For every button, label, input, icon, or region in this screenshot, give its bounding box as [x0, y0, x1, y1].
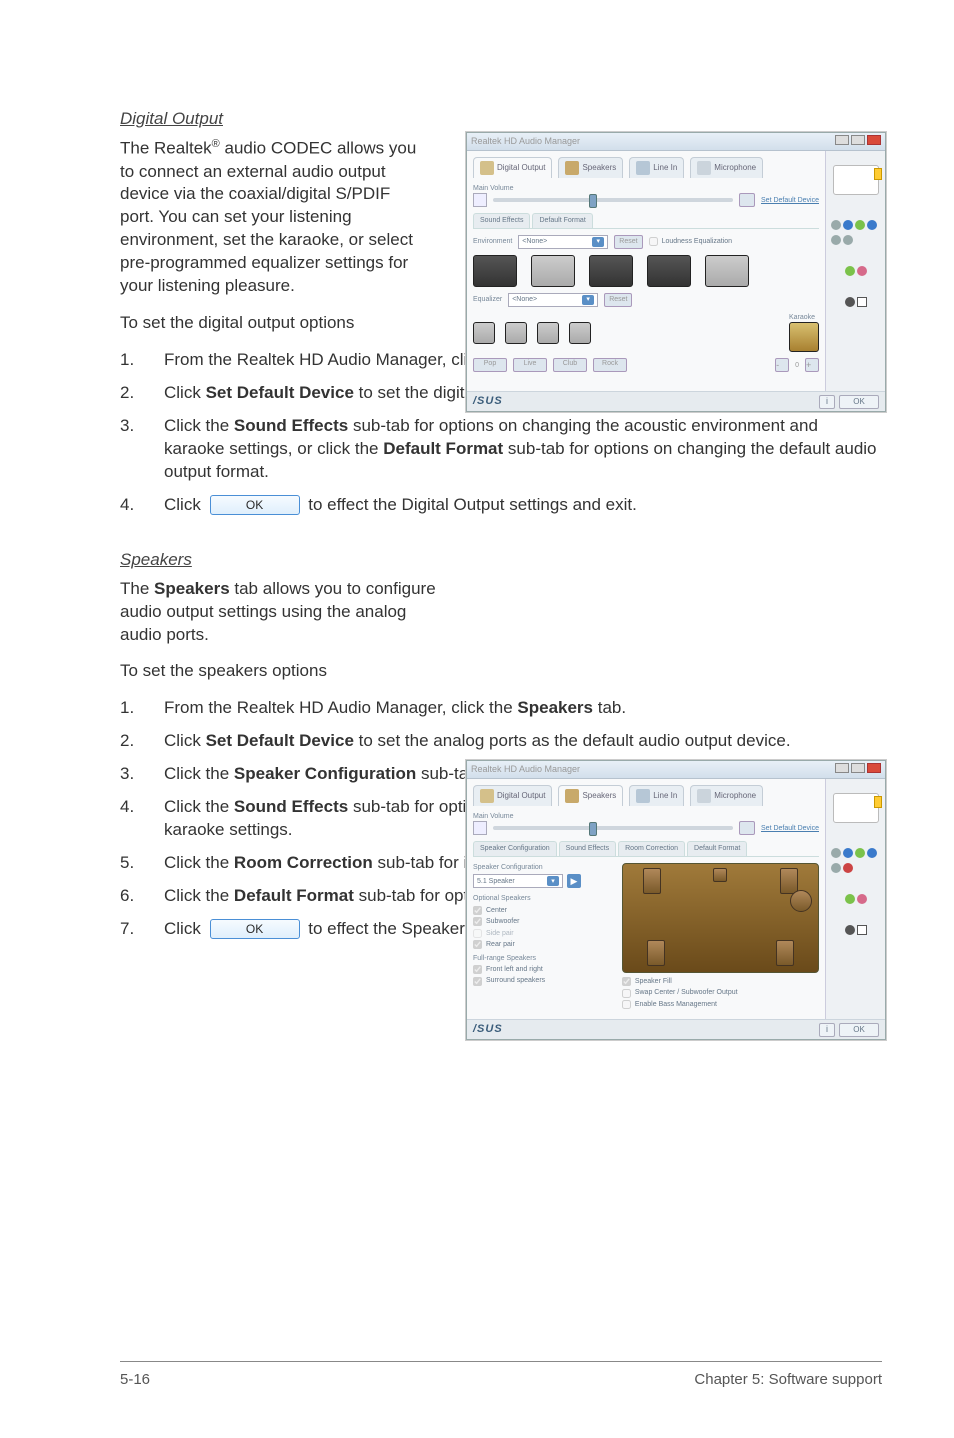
brand-logo: /SUS	[473, 1022, 503, 1037]
balance-icon	[473, 193, 487, 207]
front-jacks	[844, 265, 868, 280]
balance-icon	[473, 821, 487, 835]
back-jacks	[830, 219, 881, 249]
equalizer-label: Equalizer	[473, 295, 502, 304]
mute-button	[739, 821, 755, 835]
environment-dropdown: <None>▾	[518, 235, 608, 249]
digital-output-heading: Digital Output	[120, 108, 882, 131]
eq-reset-button: Reset	[604, 293, 632, 307]
full-range-label: Full-range Speakers	[473, 954, 614, 963]
environment-label: Environment	[473, 237, 512, 246]
swap-center-sub-check: Swap Center / Subwoofer Output	[622, 988, 819, 997]
page-footer: 5-16 Chapter 5: Software support	[120, 1361, 882, 1390]
window-title: Realtek HD Audio Manager	[471, 763, 580, 775]
speaker-fill-check: Speaker Fill	[622, 977, 819, 986]
ok-button-shot: OK	[839, 1023, 879, 1037]
main-volume-label: Main Volume	[473, 812, 819, 821]
tab-digital-output: Digital Output	[473, 785, 552, 806]
side-check: Side pair	[473, 929, 614, 938]
tab-microphone: Microphone	[690, 785, 763, 806]
set-default-device-link: Set Default Device	[761, 196, 819, 205]
ok-button-shot: OK	[839, 395, 879, 409]
subwoofer-check: Subwoofer	[473, 917, 614, 926]
subtab-default-format: Default Format	[532, 213, 592, 227]
main-volume-slider	[493, 198, 733, 202]
subtab-sound-effects: Sound Effects	[473, 213, 530, 227]
tab-digital-output: Digital Output	[473, 157, 552, 178]
surround-check: Surround speakers	[473, 976, 614, 985]
reset-button: Reset	[614, 235, 642, 249]
optional-speakers-label: Optional Speakers	[473, 894, 614, 903]
window-buttons	[833, 763, 881, 776]
digital-jacks	[844, 296, 868, 311]
tab-speakers: Speakers	[558, 785, 623, 806]
environment-presets	[473, 255, 819, 287]
speaker-config-dropdown: 5.1 Speaker▾	[473, 874, 563, 888]
window-title: Realtek HD Audio Manager	[471, 135, 580, 147]
set-default-device-link: Set Default Device	[761, 824, 819, 833]
loudness-eq-check: Loudness Equalization	[649, 237, 732, 246]
realtek-digital-output-screenshot: Realtek HD Audio Manager Digital Output …	[466, 132, 886, 412]
ok-button: OK	[210, 495, 300, 515]
subtab-default-format: Default Format	[687, 841, 747, 855]
main-volume-slider	[493, 826, 733, 830]
tab-microphone: Microphone	[690, 157, 763, 178]
tab-line-in: Line In	[629, 157, 684, 178]
window-buttons	[833, 135, 881, 148]
brand-logo: /SUS	[473, 394, 503, 409]
ok-button: OK	[210, 919, 300, 939]
page-number: 5-16	[120, 1370, 150, 1390]
play-test-button: ▶	[567, 874, 581, 888]
mute-button	[739, 193, 755, 207]
equalizer-dropdown: <None>▾	[508, 293, 598, 307]
subtab-speaker-config: Speaker Configuration	[473, 841, 557, 855]
info-button: i	[819, 395, 835, 409]
karaoke-label: Karaoke	[789, 313, 819, 322]
tab-line-in: Line In	[629, 785, 684, 806]
rear-check: Rear pair	[473, 940, 614, 949]
speakers-intro: The Speakers tab allows you to configure…	[120, 578, 440, 647]
front-jacks	[844, 893, 868, 908]
speakers-heading: Speakers	[120, 549, 882, 572]
back-jacks	[830, 847, 881, 877]
bass-mgmt-check: Enable Bass Management	[622, 1000, 819, 1009]
digital-jacks	[844, 924, 868, 939]
connector-diagram	[833, 165, 879, 195]
center-check: Center	[473, 906, 614, 915]
speaker-config-label: Speaker Configuration	[473, 863, 614, 872]
equalizer-presets: Karaoke	[473, 313, 819, 352]
connector-diagram	[833, 793, 879, 823]
front-lr-check: Front left and right	[473, 965, 614, 974]
realtek-speakers-screenshot: Realtek HD Audio Manager Digital Output …	[466, 760, 886, 1040]
subtab-sound-effects: Sound Effects	[559, 841, 616, 855]
main-volume-label: Main Volume	[473, 184, 819, 193]
digital-output-intro: The Realtek® audio CODEC allows you to c…	[120, 137, 420, 298]
speaker-layout-image	[622, 863, 819, 973]
tab-speakers: Speakers	[558, 157, 623, 178]
chapter-label: Chapter 5: Software support	[694, 1370, 882, 1390]
subtab-room-correction: Room Correction	[618, 841, 685, 855]
info-button: i	[819, 1023, 835, 1037]
speakers-sublead: To set the speakers options	[120, 660, 882, 683]
